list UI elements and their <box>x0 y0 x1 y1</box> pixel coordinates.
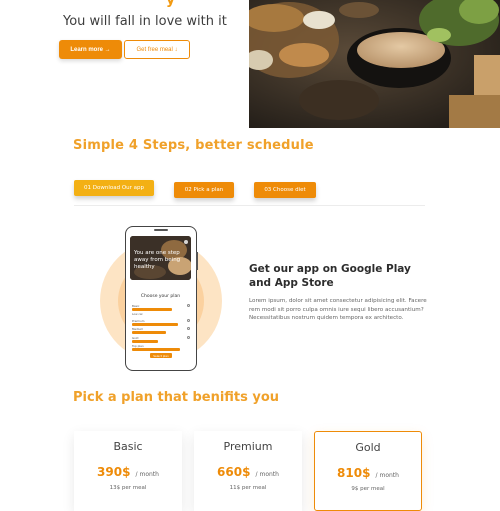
hero-section: y You will fall in love with it Learn mo… <box>0 0 500 128</box>
hero-title: y <box>166 0 176 8</box>
plan-card-basic[interactable]: Basic 390$ / month 13$ per meal <box>74 431 182 511</box>
plan-price: 390$ <box>97 465 131 479</box>
plan-price: 810$ <box>337 466 371 480</box>
plan-period: / month <box>255 471 279 478</box>
phone-option-radio[interactable] <box>187 319 190 322</box>
plan-name: Gold <box>355 441 381 454</box>
phone-option-bar <box>132 340 158 343</box>
phone-option-bar <box>132 348 180 351</box>
phone-mockup: You are one step away from being healthy… <box>125 226 197 371</box>
tab-choose-diet[interactable]: 03 Choose diet <box>254 182 316 198</box>
tab-pick-plan[interactable]: 02 Pick a plan <box>174 182 234 198</box>
phone-food-image: You are one step away from being healthy <box>130 236 191 280</box>
tabs-divider <box>74 205 425 206</box>
plan-per-meal: 9$ per meal <box>351 486 385 492</box>
phone-select-plan-button[interactable]: Select plan <box>150 353 172 358</box>
plan-price: 660$ <box>217 465 251 479</box>
phone-option-bar <box>132 331 166 334</box>
phone-plan-title: Choose your plan <box>140 294 181 299</box>
phone-option-radio[interactable] <box>187 304 190 307</box>
food-photo-graphic <box>249 0 500 128</box>
phone-option-radio[interactable] <box>187 327 190 330</box>
phone-option-bar <box>132 308 172 311</box>
plan-period: / month <box>135 471 159 478</box>
plan-period: / month <box>375 472 399 479</box>
phone-option-label: Low cal <box>132 312 143 316</box>
plan-card-gold[interactable]: Gold 810$ / month 9$ per meal <box>314 431 422 511</box>
plan-price-row: 810$ / month <box>315 462 421 481</box>
phone-side-button <box>196 252 198 270</box>
hero-tagline: You will fall in love with it <box>63 14 227 29</box>
plan-per-meal: 11$ per meal <box>229 485 267 491</box>
phone-image-text: You are one step away from being healthy <box>134 250 181 270</box>
plans-heading: Pick a plan that benifits you <box>73 390 280 405</box>
plan-price-row: 390$ / month <box>74 461 182 480</box>
learn-more-button[interactable]: Learn more → <box>59 40 122 59</box>
plan-name: Premium <box>223 440 273 453</box>
plan-price-row: 660$ / month <box>194 461 302 480</box>
app-description: Lorem ipsum, dolor sit amet consectetur … <box>249 298 427 321</box>
plan-card-premium[interactable]: Premium 660$ / month 11$ per meal <box>194 431 302 511</box>
phone-option-bar <box>132 323 178 326</box>
phone-notch <box>154 229 168 231</box>
tab-download-app[interactable]: 01 Download Our app <box>74 180 154 196</box>
plan-per-meal: 13$ per meal <box>109 485 147 491</box>
app-heading: Get our app on Google Play and App Store <box>249 263 411 289</box>
phone-option-radio[interactable] <box>187 336 190 339</box>
hero-food-image: + <box>249 0 500 128</box>
steps-heading: Simple 4 Steps, better schedule <box>73 138 314 153</box>
plan-name: Basic <box>113 440 143 453</box>
get-free-meal-button[interactable]: Get free meal ↓ <box>124 40 190 59</box>
